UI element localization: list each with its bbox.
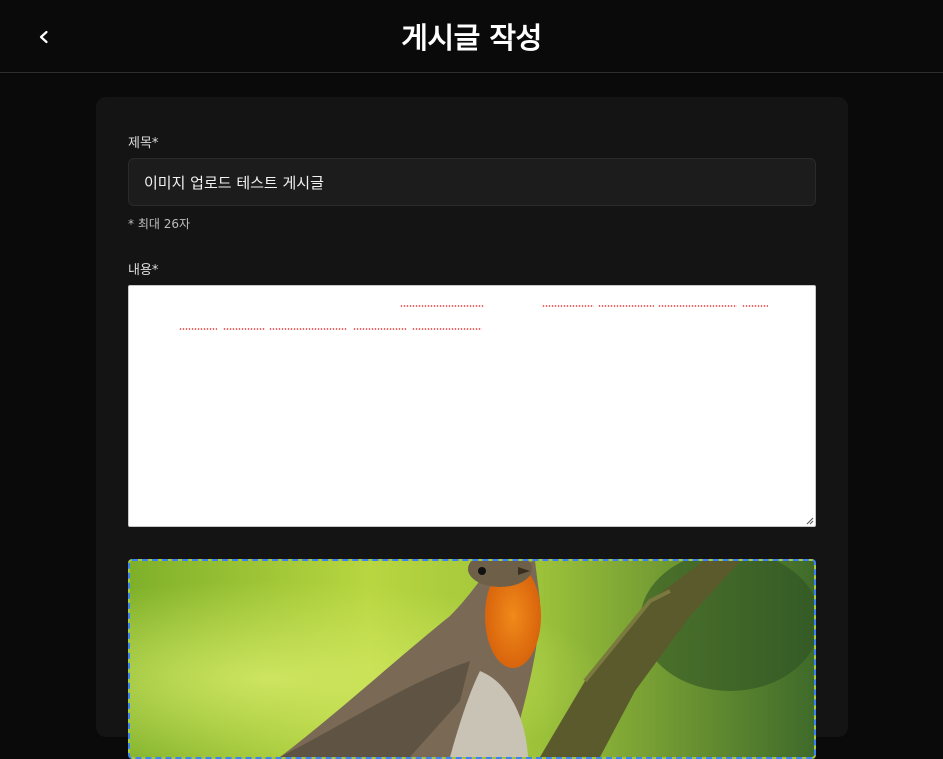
title-input[interactable]: 이미지 업로드 테스트 게시글 [128, 158, 816, 206]
post-form-card: 제목* 이미지 업로드 테스트 게시글 * 최대 26자 내용* [96, 97, 848, 759]
title-label: 제목* [128, 136, 159, 151]
top-bar: 게시글 작성 [0, 0, 943, 73]
content-label: 내용* [128, 263, 159, 278]
content-editor[interactable] [128, 285, 816, 527]
uploaded-image-preview [130, 561, 814, 757]
image-upload-area[interactable] [128, 559, 816, 759]
resize-handle-icon[interactable] [804, 515, 814, 525]
title-length-hint: * 최대 26자 [128, 217, 191, 231]
title-input-value: 이미지 업로드 테스트 게시글 [144, 173, 324, 192]
spellcheck-mark [353, 328, 407, 330]
page-title: 게시글 작성 [401, 21, 542, 55]
spellcheck-mark [658, 305, 737, 307]
spellcheck-mark [542, 305, 594, 307]
spellcheck-mark [223, 328, 265, 330]
spellcheck-mark [179, 328, 217, 330]
spellcheck-mark [400, 305, 484, 307]
spellcheck-mark [412, 328, 482, 330]
spellcheck-mark [742, 305, 768, 307]
spellcheck-mark [269, 328, 347, 330]
spellcheck-mark [598, 305, 654, 307]
